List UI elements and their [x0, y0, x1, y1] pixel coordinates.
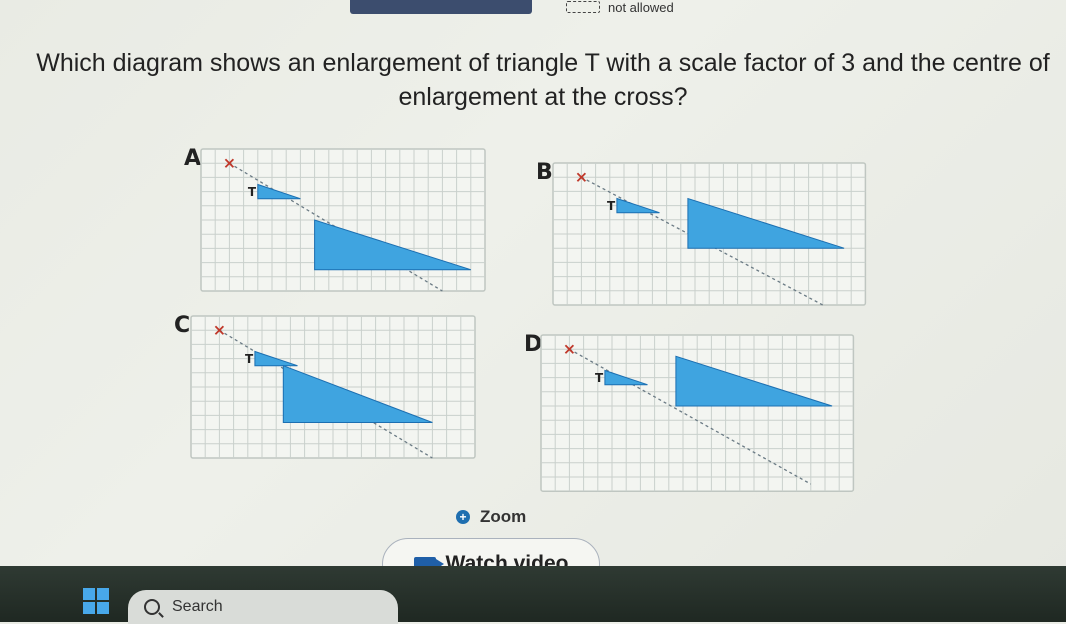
grid-svg: T	[190, 315, 476, 459]
option-b-diagram[interactable]: T	[552, 162, 868, 308]
top-bar	[350, 0, 532, 14]
grid-svg: T	[552, 162, 867, 306]
option-b-letter: B	[536, 160, 553, 185]
calculator-status-text: not allowed	[608, 0, 674, 15]
question-text: Which diagram shows an enlargement of tr…	[36, 49, 1050, 111]
zoom-button[interactable]: + Zoom	[456, 507, 526, 527]
option-c-letter: C	[174, 313, 191, 338]
taskbar-search[interactable]: Search	[128, 590, 398, 624]
search-label: Search	[172, 598, 223, 615]
option-d-diagram[interactable]: T	[540, 334, 856, 494]
option-a-diagram[interactable]: T	[200, 148, 488, 294]
calculator-status: not allowed	[566, 0, 674, 15]
option-a-letter: A	[184, 146, 202, 171]
zoom-in-icon: +	[456, 510, 470, 524]
windows-start-icon[interactable]	[83, 588, 109, 614]
zoom-label: Zoom	[480, 507, 527, 526]
option-c-diagram[interactable]: T	[190, 315, 478, 461]
triangle-label: T	[245, 352, 254, 366]
grid-svg: T	[540, 334, 855, 492]
triangle-label: T	[607, 199, 616, 213]
calculator-icon	[566, 1, 600, 13]
grid-svg: T	[200, 148, 486, 292]
search-icon	[144, 599, 160, 615]
triangle-label: T	[595, 371, 604, 385]
triangle-label: T	[248, 185, 257, 199]
